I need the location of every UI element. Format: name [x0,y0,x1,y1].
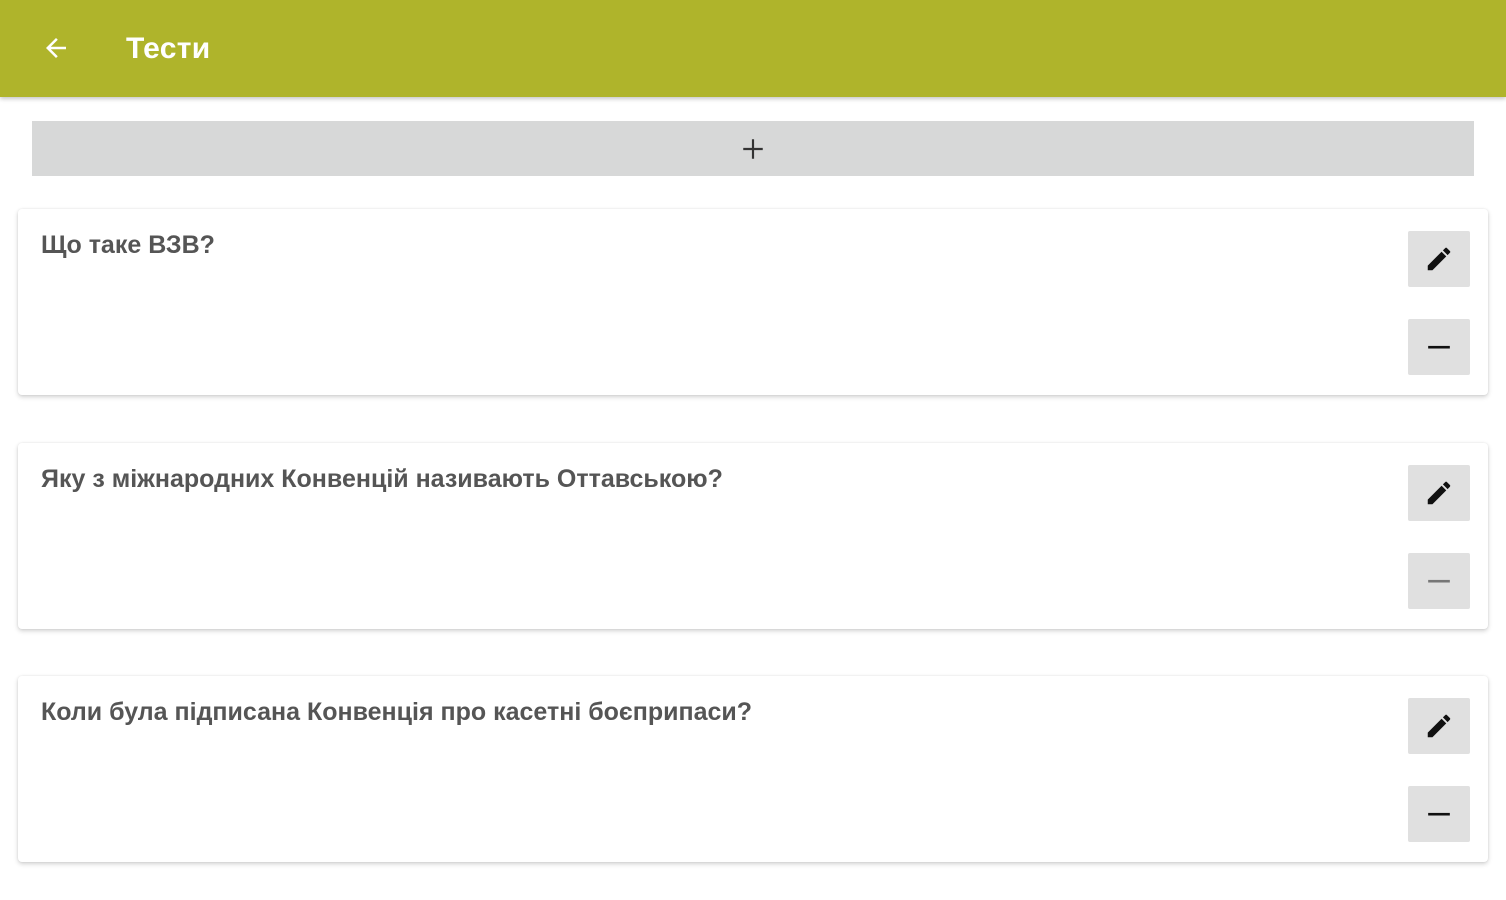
app-bar: Тести [0,0,1506,97]
question-text: Що таке ВЗВ? [41,231,215,259]
question-card: Що таке ВЗВ? [18,209,1488,395]
question-card: Коли була підписана Конвенція про касетн… [18,676,1488,862]
question-card: Яку з міжнародних Конвенцій називають От… [18,443,1488,629]
add-question-button[interactable] [32,121,1474,176]
question-text: Яку з міжнародних Конвенцій називають От… [41,465,723,493]
minus-icon [1428,812,1450,816]
pencil-icon [1427,714,1451,738]
question-text: Коли була підписана Конвенція про касетн… [41,698,753,726]
page-title: Тести [126,32,211,65]
pencil-icon [1427,247,1451,271]
arrow-left-icon [46,38,66,58]
minus-icon [1428,579,1450,583]
remove-button[interactable] [1408,319,1470,375]
plus-icon [743,138,763,159]
remove-button[interactable] [1408,786,1470,842]
edit-button[interactable] [1408,698,1470,754]
pencil-icon [1427,481,1451,505]
edit-button[interactable] [1408,465,1470,521]
edit-button[interactable] [1408,231,1470,287]
minus-icon [1428,345,1450,349]
remove-button[interactable] [1408,553,1470,609]
back-button[interactable] [30,24,82,72]
